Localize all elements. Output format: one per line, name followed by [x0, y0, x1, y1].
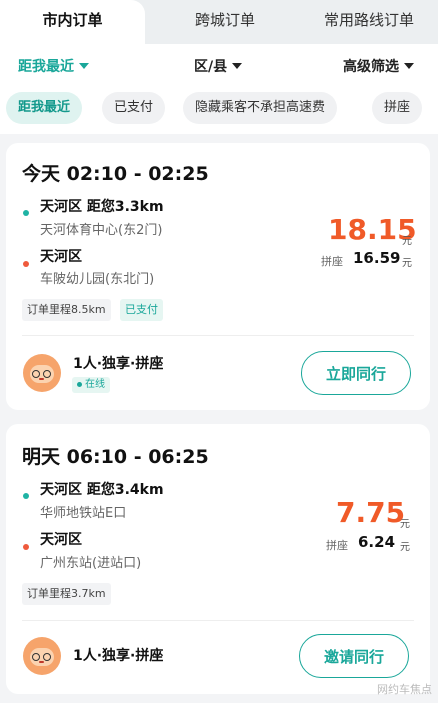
tab-local-orders[interactable]: 市内订单: [0, 0, 145, 44]
start-location-address: 天河体育中心(东2门): [40, 223, 163, 238]
chip-hide-no-toll[interactable]: 隐藏乘客不承担高速费: [183, 92, 338, 124]
avatar-eye: [43, 370, 51, 378]
join-now-button[interactable]: 立即同行: [301, 351, 411, 395]
end-dot-icon: [23, 544, 29, 550]
carpool-price-label: 拼座: [321, 255, 343, 268]
divider: [22, 335, 414, 336]
paid-tag: 已支付: [120, 299, 163, 321]
avatar-eye: [32, 370, 40, 378]
mileage-tag: 订单里程3.7km: [22, 583, 111, 605]
passenger-info: 1人·独享·拼座: [73, 356, 164, 372]
caret-down-icon: [232, 63, 243, 69]
carpool-price-label: 拼座: [326, 539, 348, 552]
avatar-mouth: [39, 378, 44, 380]
tab-label: 市内订单: [42, 11, 103, 29]
online-status-label: 在线: [85, 379, 105, 390]
end-location-address: 车陂幼儿园(东北门): [40, 272, 155, 287]
order-price: 7.75: [336, 496, 406, 529]
order-time: 今天 02:10 - 02:25: [22, 163, 209, 185]
start-dot-icon: [23, 210, 29, 216]
advanced-filter-dropdown[interactable]: 高级筛选: [343, 56, 414, 76]
filter-row: 距我最近 区/县 高级筛选: [0, 56, 438, 80]
tab-label: 常用路线订单: [323, 11, 414, 29]
carpool-price-unit: 元: [402, 258, 412, 269]
chip-nearest[interactable]: 距我最近: [6, 92, 83, 124]
caret-down-icon: [79, 63, 89, 69]
mileage-tag: 订单里程8.5km: [22, 299, 111, 321]
order-time: 明天 06:10 - 06:25: [22, 446, 209, 468]
carpool-price: 16.59: [353, 249, 401, 267]
sort-dropdown[interactable]: 距我最近: [18, 56, 89, 76]
avatar-face: [30, 648, 54, 666]
tab-label: 跨城订单: [194, 11, 255, 29]
passenger-info: 1人·独享·拼座: [73, 648, 164, 664]
online-dot-icon: [77, 381, 82, 387]
passenger-avatar: [23, 354, 61, 392]
avatar-face: [30, 365, 54, 383]
order-card[interactable]: 明天 06:10 - 06:25 天河区 距您3.4km 华师地铁站E口 天河区…: [6, 424, 430, 694]
start-location-title: 天河区 距您3.4km: [40, 482, 164, 498]
district-dropdown-label: 区/县: [194, 59, 228, 75]
price-unit: 元: [402, 236, 412, 247]
chip-paid[interactable]: 已支付: [102, 92, 166, 124]
online-status-badge: 在线: [72, 377, 110, 393]
tab-intercity-orders[interactable]: 跨城订单: [150, 0, 300, 44]
end-location-title: 天河区: [40, 532, 82, 548]
advanced-filter-label: 高级筛选: [343, 59, 399, 75]
price-unit: 元: [400, 519, 410, 530]
carpool-price: 6.24: [358, 533, 396, 551]
start-location-address: 华师地铁站E口: [40, 506, 127, 521]
end-location-address: 广州东站(进站口): [40, 556, 142, 571]
order-type-tabs: 市内订单 跨城订单 常用路线订单: [0, 0, 438, 44]
divider: [22, 620, 414, 621]
tab-frequent-route-orders[interactable]: 常用路线订单: [300, 0, 438, 44]
start-location-title: 天河区 距您3.3km: [40, 199, 164, 215]
district-dropdown[interactable]: 区/县: [194, 56, 243, 76]
sort-dropdown-label: 距我最近: [18, 59, 74, 75]
carpool-price-unit: 元: [400, 542, 410, 553]
passenger-avatar: [23, 637, 61, 675]
watermark: 网约车焦点: [377, 683, 432, 696]
order-card[interactable]: 今天 02:10 - 02:25 天河区 距您3.3km 天河体育中心(东2门)…: [6, 143, 430, 410]
avatar-eye: [32, 653, 40, 661]
chip-carpool[interactable]: 拼座: [372, 92, 423, 124]
caret-down-icon: [404, 63, 414, 69]
invite-button[interactable]: 邀请同行: [299, 634, 409, 678]
end-dot-icon: [23, 261, 29, 267]
quick-filter-chips: 距我最近 已支付 隐藏乘客不承担高速费 拼座: [0, 92, 438, 126]
avatar-mouth: [39, 661, 44, 663]
avatar-eye: [43, 653, 51, 661]
start-dot-icon: [23, 493, 29, 499]
end-location-title: 天河区: [40, 249, 82, 265]
